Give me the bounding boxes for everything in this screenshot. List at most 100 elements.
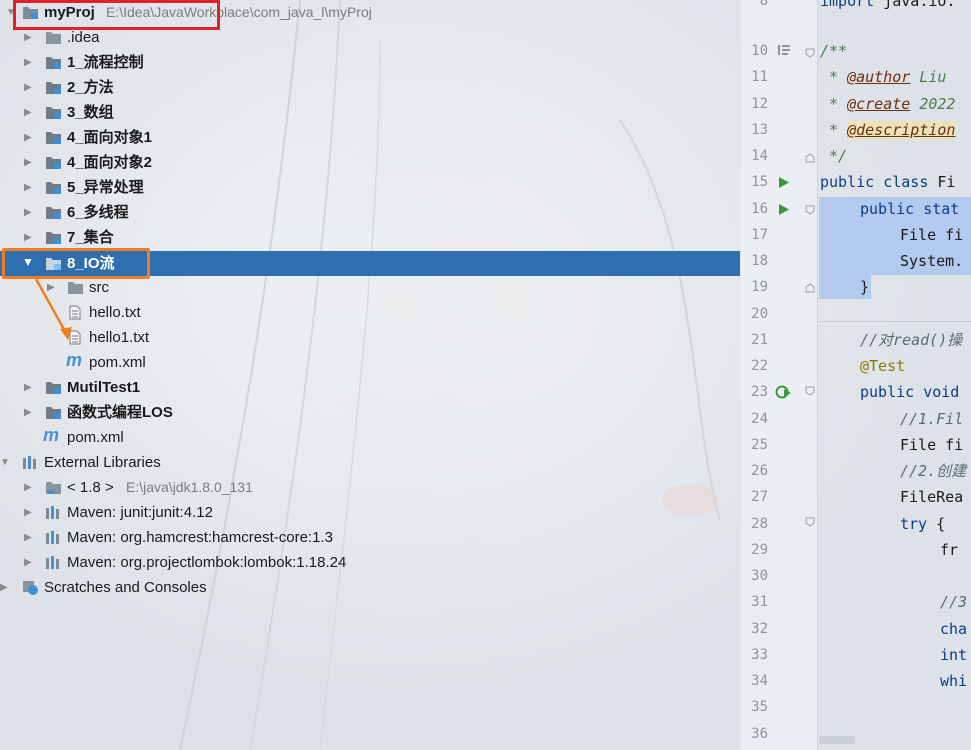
- code-text: 2022: [910, 95, 956, 113]
- tree-item-label: External Libraries: [44, 454, 161, 471]
- chevron-down-icon[interactable]: ▼: [0, 457, 10, 469]
- chevron-right-icon[interactable]: ▶: [24, 507, 32, 519]
- run-icon[interactable]: [778, 176, 790, 189]
- module-folder-icon: [46, 382, 61, 394]
- chevron-right-icon[interactable]: ▶: [24, 57, 32, 69]
- module-folder-icon: [46, 57, 61, 69]
- line-number: 8: [759, 0, 768, 9]
- module-folder-icon: [46, 157, 61, 169]
- code-line: //3: [940, 593, 968, 611]
- line-number: 14: [751, 148, 768, 164]
- code-line: public void: [860, 383, 960, 401]
- chevron-right-icon[interactable]: ▶: [24, 182, 32, 194]
- orange-highlight-box: [2, 248, 150, 279]
- fold-marker-icon[interactable]: [805, 517, 815, 527]
- module-folder-icon: [46, 82, 61, 94]
- line-number: 31: [751, 594, 768, 610]
- line-number: 23: [751, 384, 768, 400]
- orange-arrow-annotation: [34, 278, 72, 340]
- line-number: 12: [751, 96, 768, 112]
- tree-item-external-libraries[interactable]: ▼ External Libraries: [0, 450, 740, 475]
- tree-item-module[interactable]: ▶ 函数式编程LOS: [0, 400, 740, 425]
- horizontal-scrollbar[interactable]: [819, 736, 855, 744]
- method-separator: [819, 321, 971, 322]
- code-line: FileRea: [900, 488, 964, 506]
- tree-item-label: Maven: junit:junit:4.12: [67, 504, 213, 521]
- tree-item-file[interactable]: m pom.xml: [0, 425, 740, 450]
- code-line: /**: [820, 42, 848, 60]
- chevron-right-icon[interactable]: ▶: [24, 107, 32, 119]
- tree-item-library[interactable]: ▶ Maven: junit:junit:4.12: [0, 500, 740, 525]
- tree-item-module[interactable]: ▶ 4_面向对象1: [0, 125, 740, 150]
- tree-item-module[interactable]: ▶ 3_数组: [0, 100, 740, 125]
- tree-item-module[interactable]: ▶ 6_多线程: [0, 200, 740, 225]
- run-icon[interactable]: [778, 203, 790, 216]
- tree-item-module[interactable]: ▶ 7_集合: [0, 225, 740, 250]
- module-folder-icon: [46, 132, 61, 144]
- code-text: *: [820, 95, 848, 113]
- javadoc-tag: @create: [847, 95, 911, 113]
- run-test-icon[interactable]: [775, 384, 793, 400]
- code-text: Liu: [910, 68, 947, 86]
- code-line: public class Fi: [820, 173, 955, 191]
- line-number: 18: [751, 253, 768, 269]
- tree-item-file[interactable]: m pom.xml: [0, 350, 740, 375]
- tree-item-label: 1_流程控制: [67, 54, 144, 71]
- maven-icon: m: [43, 425, 60, 445]
- library-icon: [46, 556, 59, 569]
- tree-item-module[interactable]: ▶ 2_方法: [0, 75, 740, 100]
- fold-marker-icon[interactable]: [805, 386, 815, 396]
- chevron-right-icon[interactable]: ▶: [24, 557, 32, 569]
- tree-item-file[interactable]: hello.txt: [0, 300, 740, 325]
- chevron-right-icon[interactable]: ▶: [24, 32, 32, 44]
- code-line: try {: [900, 515, 945, 533]
- module-folder-icon: [46, 232, 61, 244]
- jdk-folder-icon: [46, 482, 61, 494]
- line-number: 13: [751, 122, 768, 138]
- tree-item-module[interactable]: ▶ MutilTest1: [0, 375, 740, 400]
- code-line: * @author Liu: [820, 68, 946, 86]
- tree-item-module[interactable]: ▶ 1_流程控制: [0, 50, 740, 75]
- tree-item-label: Maven: org.projectlombok:lombok:1.18.24: [67, 554, 347, 571]
- chevron-right-icon[interactable]: ▶: [0, 582, 8, 594]
- tree-item-library[interactable]: ▶ < 1.8 > E:\java\jdk1.8.0_131: [0, 475, 740, 500]
- tree-item-label: 6_多线程: [67, 204, 129, 221]
- tree-item-scratches[interactable]: ▶ Scratches and Consoles: [0, 575, 740, 600]
- tree-item-label: hello.txt: [89, 304, 141, 321]
- tree-item-label: Scratches and Consoles: [44, 579, 207, 596]
- tree-item-module[interactable]: ▶ 4_面向对象2: [0, 150, 740, 175]
- chevron-right-icon[interactable]: ▶: [24, 382, 32, 394]
- chevron-right-icon[interactable]: ▶: [24, 157, 32, 169]
- tree-item-label: 函数式编程LOS: [67, 404, 173, 421]
- tree-item-library[interactable]: ▶ Maven: org.projectlombok:lombok:1.18.2…: [0, 550, 740, 575]
- code-line: */: [820, 147, 848, 165]
- code-line: whi: [940, 672, 968, 690]
- code-text: {: [927, 515, 946, 533]
- fold-marker-icon[interactable]: [805, 205, 815, 215]
- line-number: 29: [751, 542, 768, 558]
- tree-item-module[interactable]: ▶ 5_异常处理: [0, 175, 740, 200]
- fold-marker-icon[interactable]: [805, 283, 815, 293]
- tree-item-label: .idea: [67, 29, 100, 46]
- code-line: int: [940, 646, 968, 664]
- tree-item-library[interactable]: ▶ Maven: org.hamcrest:hamcrest-core:1.3: [0, 525, 740, 550]
- chevron-right-icon[interactable]: ▶: [24, 132, 32, 144]
- line-number: 36: [751, 726, 768, 742]
- chevron-right-icon[interactable]: ▶: [24, 207, 32, 219]
- chevron-right-icon[interactable]: ▶: [24, 82, 32, 94]
- chevron-right-icon[interactable]: ▶: [24, 532, 32, 544]
- folder-icon: [46, 32, 61, 44]
- tree-item-label: MutilTest1: [67, 379, 141, 396]
- line-number: 24: [751, 411, 768, 427]
- fold-marker-icon[interactable]: [805, 153, 815, 163]
- chevron-right-icon[interactable]: ▶: [24, 232, 32, 244]
- doc-comment-icon[interactable]: [777, 43, 791, 57]
- fold-marker-icon[interactable]: [805, 48, 815, 58]
- code-line: //1.Fil: [900, 410, 964, 428]
- code-text: *: [820, 121, 848, 139]
- chevron-right-icon[interactable]: ▶: [24, 407, 32, 419]
- code-editor[interactable]: 8 10 11 12 13 14 15 16 17 18 19 20 21 22…: [741, 0, 971, 750]
- tree-item-label: 4_面向对象1: [67, 129, 153, 146]
- chevron-right-icon[interactable]: ▶: [24, 482, 32, 494]
- tree-item-file[interactable]: hello1.txt: [0, 325, 740, 350]
